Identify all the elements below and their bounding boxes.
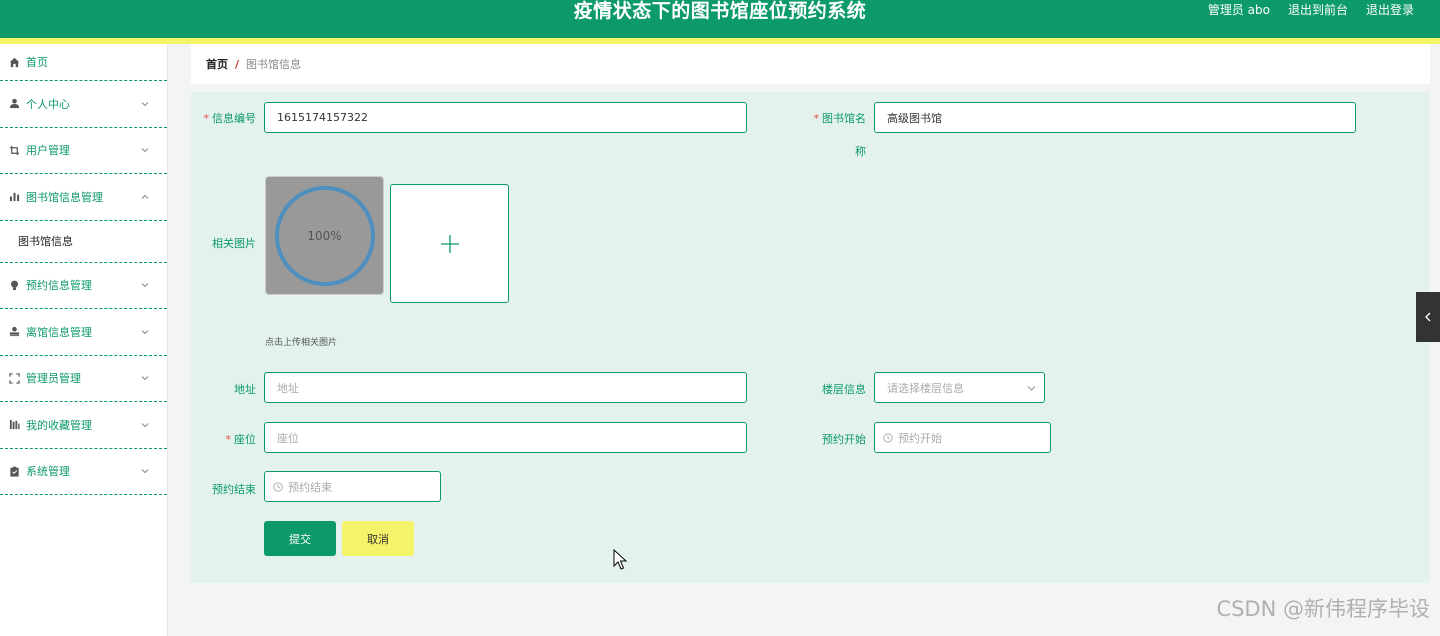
- chevron-left-icon: [1425, 312, 1431, 322]
- watermark: CSDN @新伟程序毕设: [1216, 597, 1430, 621]
- clipboard-icon: [8, 465, 20, 477]
- sidebar-item-user-management[interactable]: 用户管理: [0, 128, 167, 174]
- plus-icon: [440, 234, 459, 253]
- sidebar-item-label: 系统管理: [26, 465, 70, 479]
- chevron-down-icon: [141, 283, 149, 288]
- start-label: 预约开始: [822, 433, 866, 446]
- address-label: 地址: [234, 383, 256, 396]
- upload-tip: 点击上传相关图片: [265, 338, 338, 348]
- fullscreen-icon: [8, 372, 20, 384]
- side-panel-toggle[interactable]: [1416, 292, 1440, 342]
- sidebar-item-leave-management[interactable]: 离馆信息管理: [0, 309, 167, 356]
- sidebar-item-label: 我的收藏管理: [26, 418, 92, 432]
- info-no-label: * 信息编号: [203, 112, 257, 125]
- sidebar-item-label: 预约信息管理: [26, 279, 92, 293]
- sidebar-item-label: 离馆信息管理: [26, 325, 92, 339]
- chevron-down-icon: [141, 469, 149, 474]
- chevron-down-icon: [1027, 385, 1036, 391]
- chevron-down-icon: [141, 329, 149, 334]
- chevron-down-icon: [141, 376, 149, 381]
- library-name-label: * 图书馆名: [813, 112, 867, 125]
- breadcrumb-current: 图书馆信息: [246, 58, 302, 71]
- upload-progress: 100%: [307, 228, 342, 243]
- floor-label: 楼层信息: [822, 383, 866, 396]
- sidebar-item-label: 图书馆信息: [18, 235, 73, 248]
- home-icon: [8, 56, 20, 68]
- sidebar: 首页 个人中心 用户管理 图书馆信息管理 图书馆信息 预约信息管理 离馆信息管理…: [0, 44, 168, 636]
- end-label: 预约结束: [212, 483, 256, 496]
- info-no-input[interactable]: 1615174157322: [264, 102, 747, 133]
- header-actions: 管理员 abo 退出到前台 退出登录: [1208, 1, 1414, 18]
- sidebar-item-favorites-management[interactable]: 我的收藏管理: [0, 402, 167, 449]
- upload-add-button[interactable]: [390, 184, 509, 303]
- chevron-down-icon: [141, 148, 149, 153]
- top-header: 疫情状态下的图书馆座位预约系统 管理员 abo 退出到前台 退出登录: [0, 0, 1440, 38]
- sidebar-item-personal-center[interactable]: 个人中心: [0, 81, 167, 128]
- sidebar-item-label: 管理员管理: [26, 372, 81, 386]
- start-date-input[interactable]: 预约开始: [874, 422, 1051, 453]
- submit-button[interactable]: 提交: [264, 521, 336, 556]
- uploaded-image-thumbnail[interactable]: 100%: [265, 176, 384, 295]
- bulb-icon: [8, 279, 20, 291]
- sidebar-item-label: 首页: [26, 56, 48, 69]
- breadcrumb: 首页 / 图书馆信息: [191, 44, 1430, 84]
- sidebar-item-library-info-management[interactable]: 图书馆信息管理: [0, 174, 167, 221]
- seat-label: * 座位: [225, 433, 257, 446]
- address-input[interactable]: 地址: [264, 372, 747, 403]
- sidebar-subitem-library-info[interactable]: 图书馆信息: [0, 221, 167, 263]
- sidebar-item-system-management[interactable]: 系统管理: [0, 449, 167, 495]
- exit-to-front-link[interactable]: 退出到前台: [1288, 1, 1348, 18]
- crop-icon: [8, 144, 20, 156]
- library-name-input[interactable]: 高级图书馆: [874, 102, 1356, 133]
- user-icon: [8, 98, 20, 110]
- end-date-input[interactable]: 预约结束: [264, 471, 441, 502]
- stamp-icon: [8, 326, 20, 338]
- sidebar-item-label: 图书馆信息管理: [26, 190, 103, 204]
- sidebar-item-label: 用户管理: [26, 144, 70, 158]
- cancel-button[interactable]: 取消: [342, 521, 414, 556]
- sidebar-item-home[interactable]: 首页: [0, 44, 167, 81]
- bar-chart-icon: [8, 191, 20, 203]
- sidebar-item-admin-management[interactable]: 管理员管理: [0, 356, 167, 402]
- chevron-down-icon: [141, 422, 149, 427]
- seat-input[interactable]: 座位: [264, 422, 747, 453]
- logout-link[interactable]: 退出登录: [1366, 1, 1414, 18]
- chevron-up-icon: [141, 194, 149, 199]
- sidebar-item-label: 个人中心: [26, 97, 70, 111]
- mouse-cursor-icon: [613, 549, 628, 570]
- chevron-down-icon: [141, 101, 149, 106]
- clock-icon: [273, 481, 283, 492]
- breadcrumb-separator: /: [235, 57, 240, 71]
- library-info-form: * 信息编号 1615174157322 * 图书馆名 称 高级图书馆 相关图片 1…: [191, 92, 1430, 583]
- library-name-label-wrap: 称: [855, 145, 866, 158]
- image-label: 相关图片: [212, 237, 256, 250]
- floor-select[interactable]: 请选择楼层信息: [874, 372, 1045, 403]
- current-user: 管理员 abo: [1207, 3, 1270, 17]
- sidebar-item-reservation-management[interactable]: 预约信息管理: [0, 263, 167, 309]
- clock-icon: [883, 432, 893, 443]
- chart-icon: [8, 419, 20, 431]
- breadcrumb-home[interactable]: 首页: [206, 56, 228, 72]
